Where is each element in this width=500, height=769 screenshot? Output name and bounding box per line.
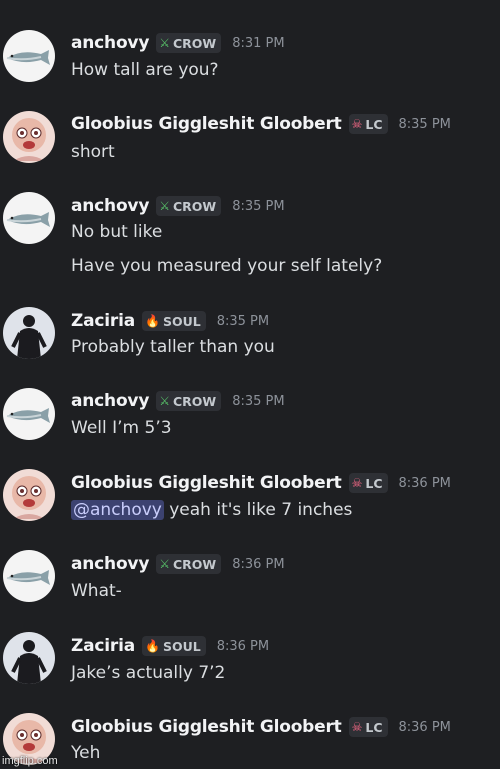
timestamp: 8:35 PM <box>232 198 285 214</box>
avatar-figure[interactable] <box>3 632 55 684</box>
sword-icon: ⚔ <box>159 36 170 50</box>
author-name[interactable]: Gloobius Giggleshit Gloobert <box>71 473 342 493</box>
tag-label: LC <box>365 475 383 491</box>
timestamp: 8:35 PM <box>216 313 270 329</box>
role-tag[interactable]: ⚔ CROW <box>156 391 222 411</box>
timestamp: 8:36 PM <box>232 556 285 572</box>
message-text: How tall are you? <box>71 60 219 80</box>
role-tag[interactable]: ☠ LC <box>348 114 388 134</box>
author-name[interactable]: Gloobius Giggleshit Gloobert <box>71 717 342 737</box>
message-text: Jake’s actually 7’2 <box>71 663 226 683</box>
flame-icon: 🔥 <box>145 639 160 653</box>
author-name[interactable]: anchovy <box>71 33 149 53</box>
author-name[interactable]: anchovy <box>71 391 149 411</box>
avatar-fish[interactable] <box>3 550 55 602</box>
skull-icon: ☠ <box>351 476 363 490</box>
avatar-figure[interactable] <box>3 307 55 359</box>
tag-label: CROW <box>172 556 217 572</box>
message-header: Gloobius Giggleshit Gloobert ☠ LC 8:36 PM <box>71 715 451 739</box>
message-header: anchovy ⚔ CROW 8:35 PM <box>71 389 285 413</box>
tag-label: LC <box>365 116 383 132</box>
message-text: Well I’m 5’3 <box>71 418 172 438</box>
role-tag[interactable]: 🔥 SOUL <box>142 311 206 331</box>
message-header: anchovy ⚔ CROW 8:31 PM <box>71 31 285 55</box>
role-tag[interactable]: ⚔ CROW <box>156 33 222 53</box>
tag-label: CROW <box>172 393 217 409</box>
avatar-cartoon[interactable] <box>3 469 55 521</box>
avatar-cartoon[interactable] <box>3 111 55 163</box>
message-header: Gloobius Giggleshit Gloobert ☠ LC 8:35 PM <box>71 112 451 136</box>
tag-label: CROW <box>172 198 217 214</box>
author-name[interactable]: anchovy <box>71 196 149 216</box>
author-name[interactable]: Zaciria <box>71 636 135 656</box>
tag-label: LC <box>365 719 383 735</box>
sword-icon: ⚔ <box>159 199 170 213</box>
tag-label: CROW <box>172 35 217 51</box>
author-name[interactable]: Zaciria <box>71 311 135 331</box>
role-tag[interactable]: ☠ LC <box>348 473 388 493</box>
skull-icon: ☠ <box>351 720 363 734</box>
message-text: Yeh <box>71 743 101 763</box>
role-tag[interactable]: ☠ LC <box>348 717 388 737</box>
author-name[interactable]: Gloobius Giggleshit Gloobert <box>71 114 342 134</box>
message-header: anchovy ⚔ CROW 8:35 PM <box>71 194 285 218</box>
message-text-rest: yeah it's like 7 inches <box>163 500 353 520</box>
skull-icon: ☠ <box>351 117 363 131</box>
message-text: Probably taller than you <box>71 337 275 357</box>
timestamp: 8:35 PM <box>398 116 451 132</box>
tag-label: SOUL <box>162 638 201 654</box>
flame-icon: 🔥 <box>145 314 160 328</box>
timestamp: 8:35 PM <box>232 393 285 409</box>
avatar-fish[interactable] <box>3 388 55 440</box>
message-header: Zaciria 🔥 SOUL 8:35 PM <box>71 309 269 333</box>
message-text: Have you measured your self lately? <box>71 256 383 276</box>
role-tag[interactable]: ⚔ CROW <box>156 196 222 216</box>
role-tag[interactable]: 🔥 SOUL <box>142 636 206 656</box>
message-header: Gloobius Giggleshit Gloobert ☠ LC 8:36 PM <box>71 471 451 495</box>
message-header: Zaciria 🔥 SOUL 8:36 PM <box>71 634 269 658</box>
watermark: imgflip.com <box>2 755 58 767</box>
role-tag[interactable]: ⚔ CROW <box>156 554 222 574</box>
timestamp: 8:31 PM <box>232 35 285 51</box>
avatar-fish[interactable] <box>3 192 55 244</box>
sword-icon: ⚔ <box>159 394 170 408</box>
message-header: anchovy ⚔ CROW 8:36 PM <box>71 552 285 576</box>
timestamp: 8:36 PM <box>216 638 270 654</box>
tag-label: SOUL <box>162 313 201 329</box>
timestamp: 8:36 PM <box>398 719 451 735</box>
message-text: short <box>71 142 115 162</box>
message-text: What- <box>71 581 122 601</box>
sword-icon: ⚔ <box>159 557 170 571</box>
avatar-fish[interactable] <box>3 30 55 82</box>
message-text: @anchovy yeah it's like 7 inches <box>71 499 352 521</box>
author-name[interactable]: anchovy <box>71 554 149 574</box>
user-mention[interactable]: @anchovy <box>71 500 164 520</box>
message-text: No but like <box>71 222 163 242</box>
timestamp: 8:36 PM <box>398 475 451 491</box>
